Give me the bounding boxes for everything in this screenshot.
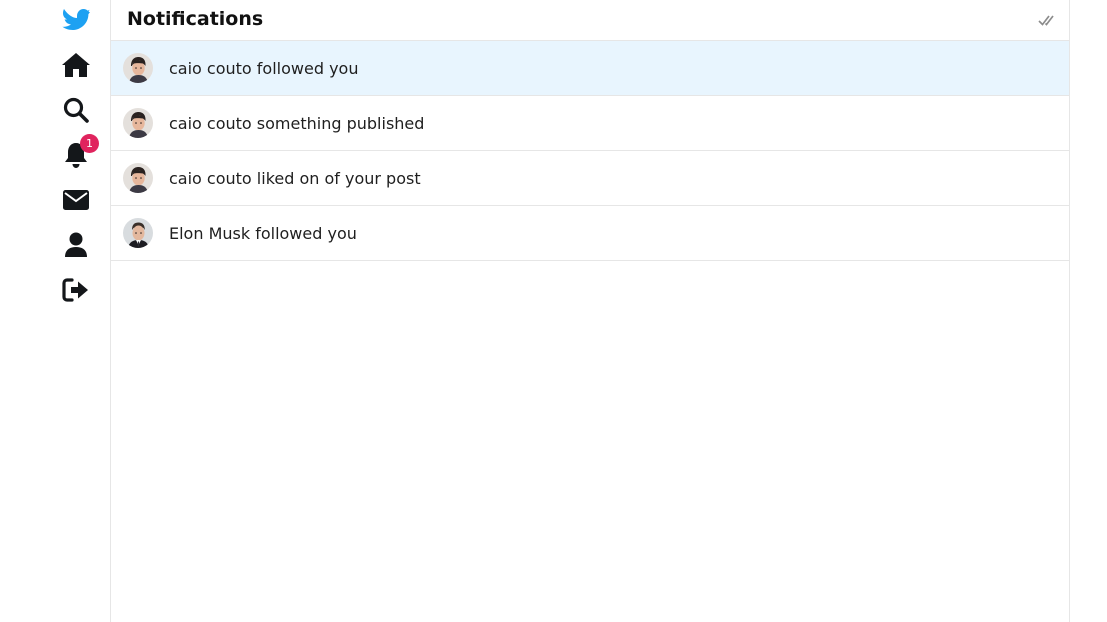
mark-all-read-button[interactable]	[1035, 9, 1057, 31]
notifications-panel: Notifications caio couto followed you ca…	[111, 0, 1070, 622]
avatar	[123, 53, 153, 83]
envelope-icon	[63, 190, 89, 210]
page-title: Notifications	[127, 8, 264, 30]
notification-text: caio couto something published	[169, 113, 425, 133]
notification-text: Elon Musk followed you	[169, 223, 357, 243]
notification-count-badge: 1	[80, 134, 99, 153]
page-header: Notifications	[111, 0, 1069, 41]
notification-item[interactable]: caio couto something published	[111, 96, 1069, 151]
sidebar-item-profile[interactable]	[58, 227, 94, 263]
home-icon	[62, 53, 90, 77]
sidebar-item-search[interactable]	[58, 92, 94, 128]
bird-logo-icon	[62, 9, 90, 30]
user-icon	[65, 232, 87, 257]
caio-avatar	[123, 53, 153, 83]
double-check-icon	[1038, 15, 1054, 26]
caio-avatar	[123, 163, 153, 193]
app-root: 1 Notifications caio couto followed you …	[0, 0, 1107, 622]
sidebar-item-notifications[interactable]: 1	[58, 134, 99, 173]
sign-out-icon	[62, 278, 88, 302]
sidebar-item-messages[interactable]	[58, 182, 94, 218]
avatar	[123, 108, 153, 138]
notification-item[interactable]: caio couto followed you	[111, 41, 1069, 96]
notification-list: caio couto followed you caio couto somet…	[111, 41, 1069, 261]
notification-item[interactable]: caio couto liked on of your post	[111, 151, 1069, 206]
search-icon	[63, 97, 89, 123]
sidebar-nav: 1	[0, 0, 111, 622]
notification-item[interactable]: Elon Musk followed you	[111, 206, 1069, 261]
notification-text: caio couto liked on of your post	[169, 168, 421, 188]
elon-avatar	[123, 218, 153, 248]
sidebar-item-home[interactable]	[58, 47, 94, 83]
caio-avatar	[123, 108, 153, 138]
avatar	[123, 218, 153, 248]
avatar	[123, 163, 153, 193]
notification-text: caio couto followed you	[169, 58, 359, 78]
sidebar-item-logout[interactable]	[58, 272, 94, 308]
logo-link[interactable]	[58, 1, 94, 37]
